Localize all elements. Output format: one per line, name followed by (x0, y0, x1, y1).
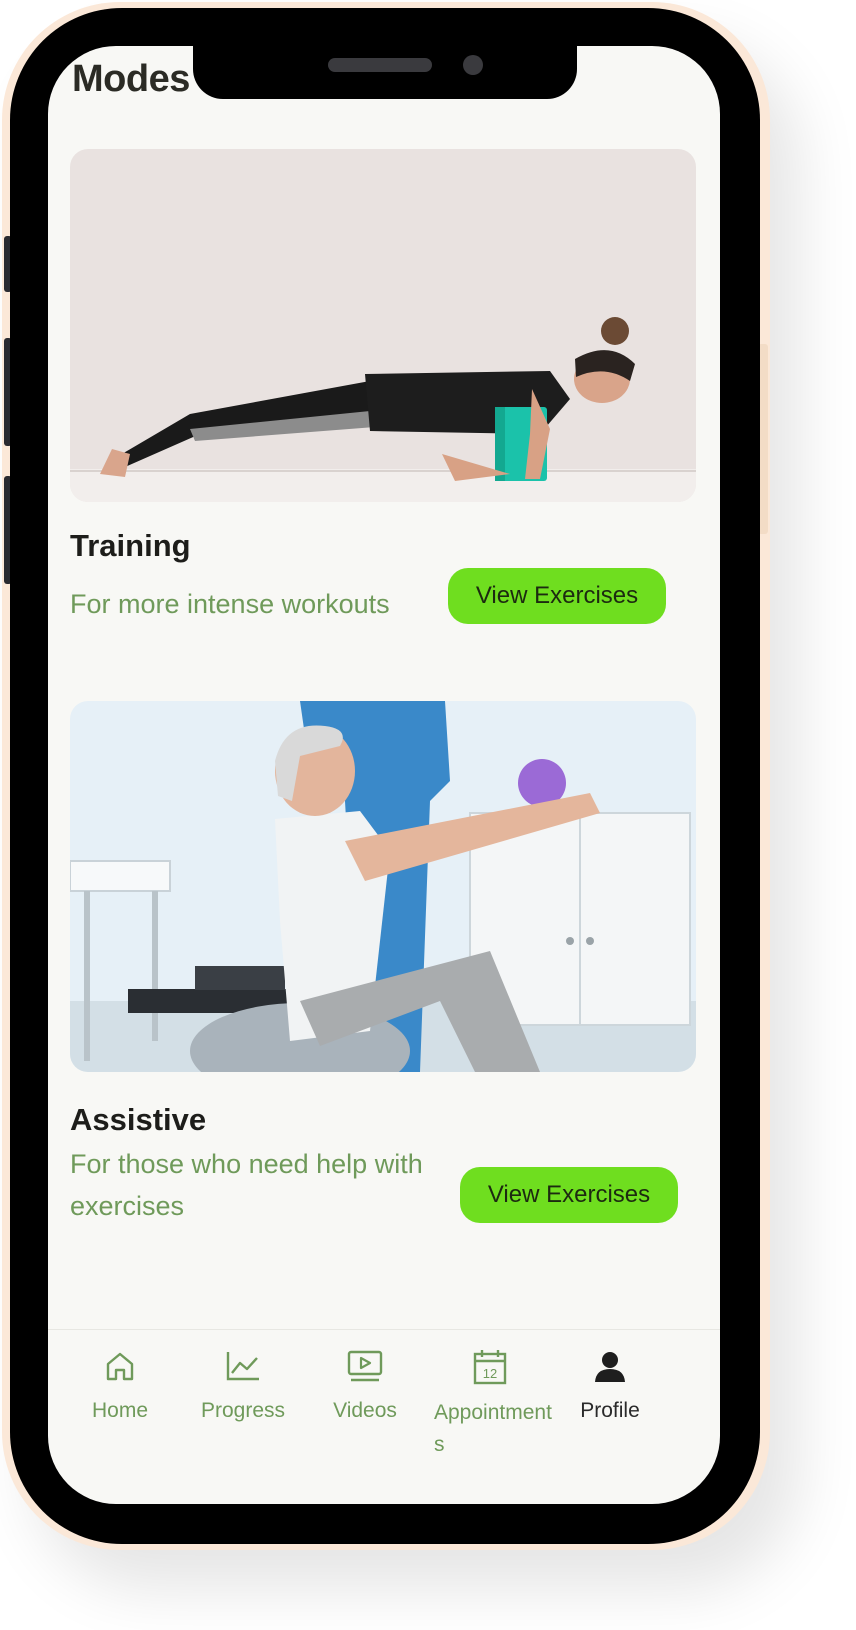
tab-bar-divider (48, 1329, 720, 1330)
tab-progress[interactable]: Progress (183, 1349, 303, 1427)
card-description: For more intense workouts (70, 589, 390, 619)
person-icon (595, 1352, 625, 1382)
tab-appointments[interactable]: 12 Appointments (428, 1349, 552, 1461)
view-exercises-button[interactable]: View Exercises (448, 568, 666, 624)
tab-label: Appointments (434, 1401, 552, 1456)
training-photo (70, 149, 696, 502)
tab-label: Home (91, 1399, 149, 1422)
card-title: Assistive (70, 1102, 207, 1137)
page-title: Modes (72, 58, 190, 100)
home-icon (106, 1352, 134, 1381)
tab-label: Videos (333, 1399, 397, 1422)
training-image[interactable] (70, 149, 696, 502)
tab-home[interactable]: Home (60, 1349, 180, 1427)
calendar-day-text: 12 (483, 1366, 497, 1381)
card-description: For those who need help with exercises (70, 1149, 423, 1221)
calendar-icon: 12 (473, 1350, 507, 1385)
app-screen: Modes Training For more intense workouts… (48, 46, 720, 1504)
card-title: Training (70, 528, 191, 563)
video-play-icon (347, 1350, 383, 1382)
view-exercises-button[interactable]: View Exercises (460, 1167, 678, 1223)
tab-label: Progress (200, 1399, 286, 1422)
phone-notch (193, 43, 577, 99)
speaker (328, 58, 432, 72)
tab-profile[interactable]: Profile (550, 1349, 670, 1427)
front-camera (463, 55, 483, 75)
chart-line-icon (226, 1352, 259, 1381)
assistive-image[interactable] (70, 701, 696, 1072)
tab-label: Profile (580, 1399, 640, 1422)
tab-videos[interactable]: Videos (305, 1349, 425, 1427)
assistive-photo (70, 701, 696, 1072)
